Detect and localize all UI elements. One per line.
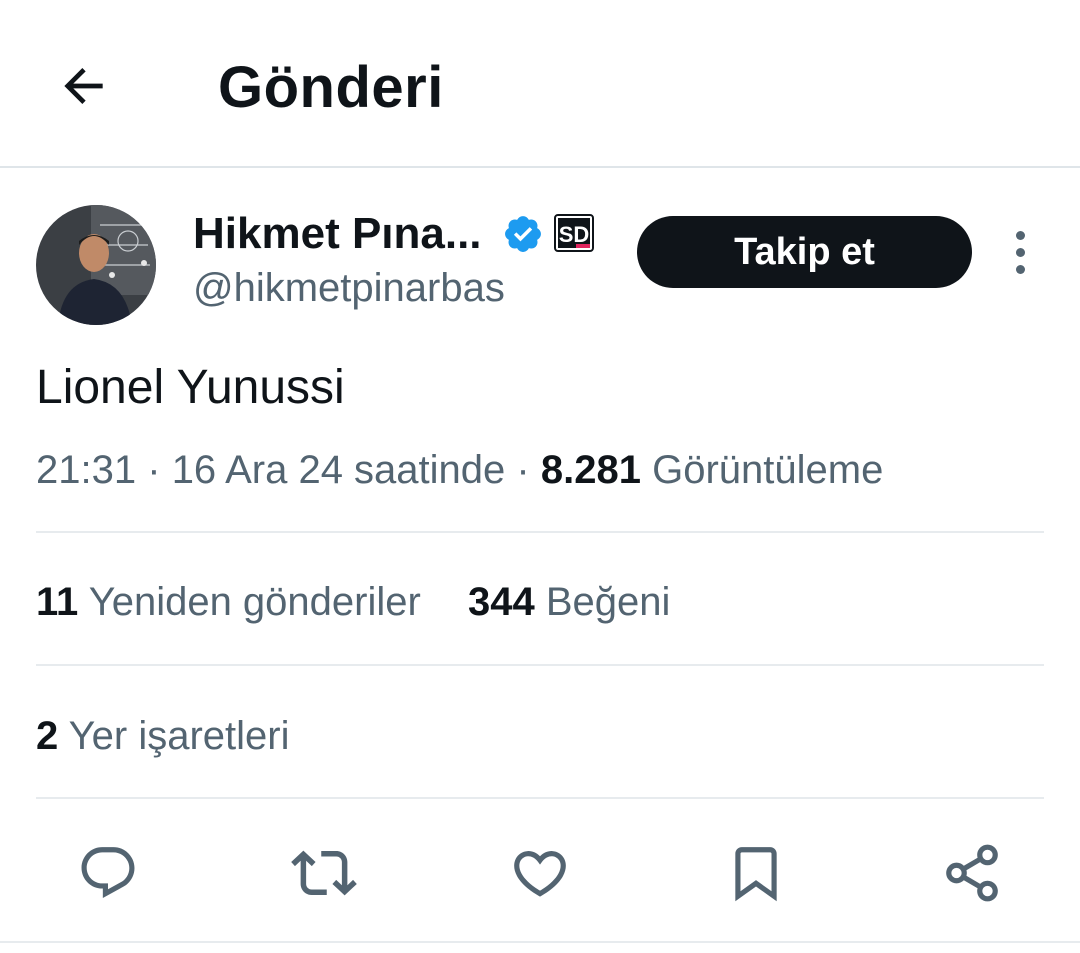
- author-handle[interactable]: @hikmetpinarbas: [193, 262, 505, 314]
- reposts-label: Yeniden gönderiler: [88, 580, 421, 624]
- org-badge[interactable]: SD: [554, 214, 594, 252]
- views-label: Görüntüleme: [652, 448, 884, 492]
- more-vertical-icon-dot: [1015, 264, 1025, 274]
- likes-label: Beğeni: [545, 580, 671, 624]
- page-title: Gönderi: [218, 55, 444, 120]
- bookmark-icon: [735, 847, 777, 902]
- divider: [36, 797, 1044, 799]
- likes-count: 344: [467, 580, 535, 624]
- reply-button[interactable]: [73, 838, 143, 908]
- bookmark-button[interactable]: [721, 838, 791, 908]
- share-button[interactable]: [937, 838, 1007, 908]
- reposts-stat[interactable]: 11 Yeniden gönderiler: [36, 576, 421, 628]
- reposts-count: 11: [36, 580, 79, 624]
- like-button[interactable]: [505, 838, 575, 908]
- meta-separator: ·: [147, 448, 161, 492]
- avatar-photo: [36, 205, 156, 325]
- back-button[interactable]: [48, 50, 120, 122]
- tweet-time[interactable]: 21:31: [36, 448, 136, 492]
- divider: [0, 941, 1080, 943]
- bookmarks-label: Yer işaretleri: [68, 714, 290, 758]
- more-vertical-icon-dot: [1015, 247, 1025, 257]
- author-display-name[interactable]: Hikmet Pına...: [193, 208, 482, 260]
- arrow-left-icon: [64, 68, 103, 104]
- engagement-stats: 11 Yeniden gönderiler 344 Beğeni: [36, 576, 670, 628]
- more-options-button[interactable]: [1000, 226, 1040, 278]
- top-app-bar: Gönderi: [0, 0, 1080, 168]
- verified-badge-icon: [505, 216, 541, 252]
- tweet-meta: 21:31 · 16 Ara 24 saatinde · 8.281 Görün…: [36, 444, 883, 496]
- tweet-date[interactable]: 16 Ara 24 saatinde: [172, 448, 506, 492]
- bookmarks-stat[interactable]: 2 Yer işaretleri: [36, 710, 289, 762]
- share-icon: [946, 844, 998, 902]
- repost-icon: [291, 850, 357, 896]
- follow-button[interactable]: Takip et: [637, 216, 972, 288]
- meta-separator: ·: [516, 448, 530, 492]
- avatar[interactable]: [36, 205, 156, 325]
- bookmarks-count: 2: [36, 714, 59, 758]
- reply-icon: [81, 847, 135, 899]
- repost-button[interactable]: [289, 838, 359, 908]
- divider: [36, 531, 1044, 533]
- org-badge-text: SD: [559, 222, 590, 247]
- heart-icon: [514, 851, 566, 897]
- org-badge-logo: SD: [554, 214, 594, 252]
- more-vertical-icon-dot: [1015, 230, 1025, 240]
- likes-stat[interactable]: 344 Beğeni: [468, 576, 670, 628]
- tweet-text: Lionel Yunussi: [36, 361, 345, 414]
- views-count: 8.281: [540, 448, 641, 492]
- divider: [36, 664, 1044, 666]
- tweet-detail-page: Gönderi Hikmet Pına... SD @hikmetpinarba…: [0, 0, 1080, 953]
